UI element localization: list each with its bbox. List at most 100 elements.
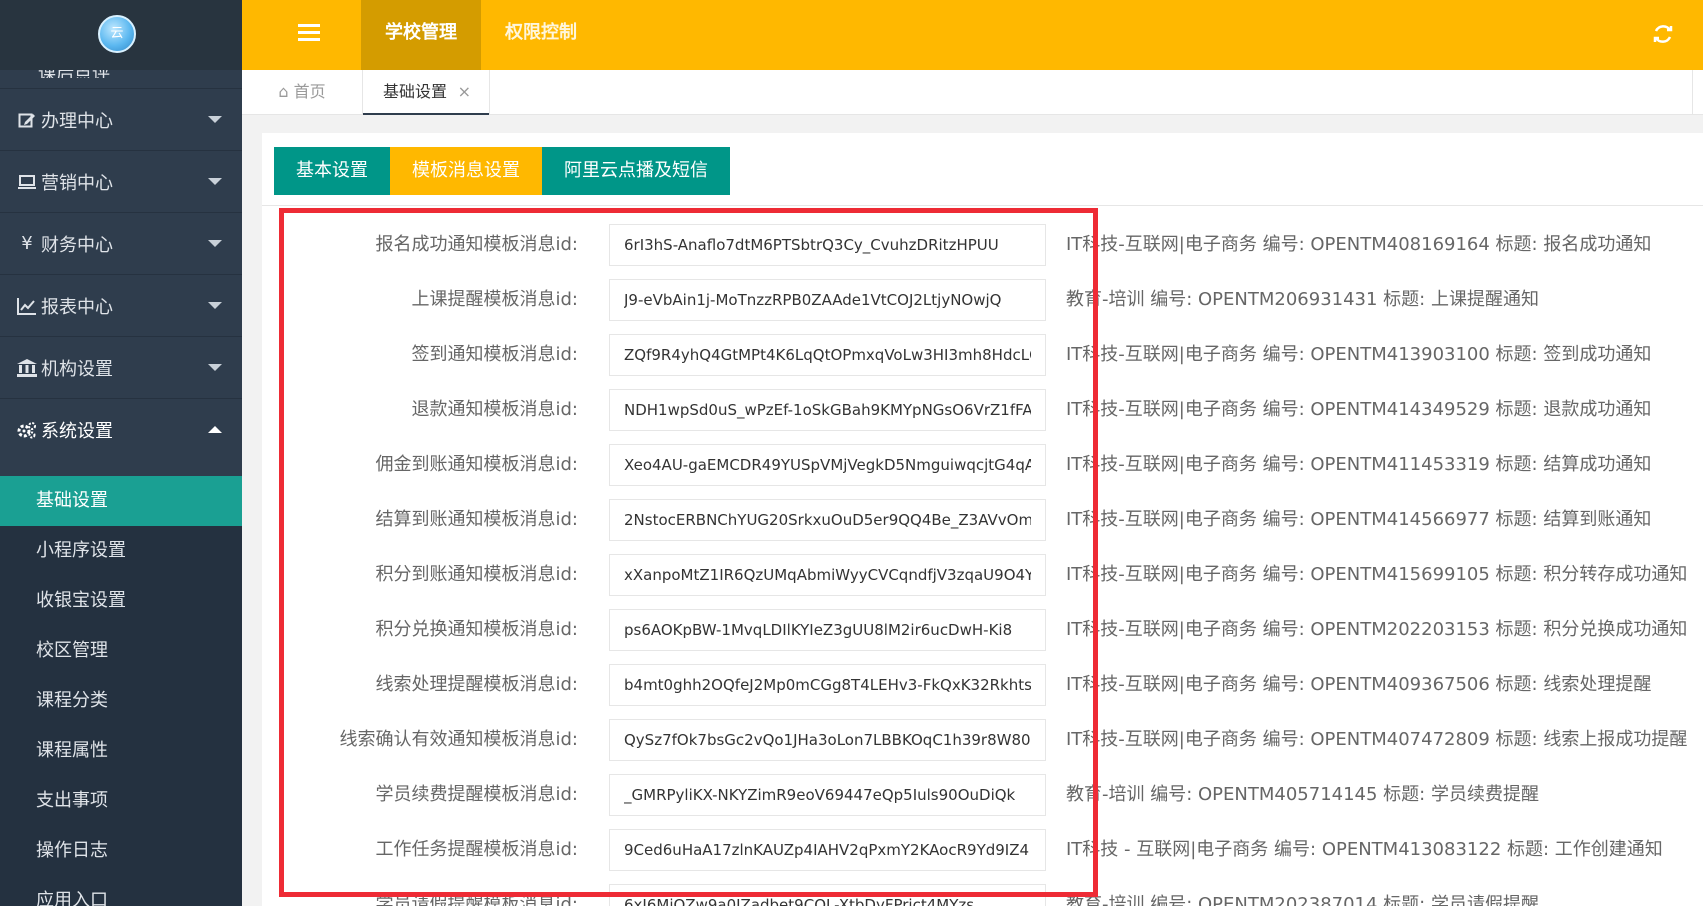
tab-current-label: 基础设置: [383, 82, 448, 101]
aliyun-vod-sms-button[interactable]: 阿里云点播及短信: [542, 147, 730, 195]
refresh-icon[interactable]: [1651, 22, 1675, 46]
template-id-input[interactable]: [609, 719, 1046, 761]
home-icon: ⌂: [278, 82, 289, 101]
field-label: 积分到账通知模板消息id:: [375, 564, 579, 585]
sidebar-group-label: 机构设置: [41, 358, 113, 380]
field-label: 积分兑换通知模板消息id:: [375, 619, 579, 640]
sidebar-group-label: 办理中心: [41, 110, 113, 132]
sidebar-group-finance[interactable]: ¥ 财务中心: [0, 212, 242, 274]
field-label: 线索确认有效通知模板消息id:: [339, 729, 579, 750]
tab-basic-settings[interactable]: 基础设置 ×: [362, 70, 490, 115]
sidebar-group-org-settings[interactable]: 机构设置: [0, 336, 242, 398]
form-row: 积分到账通知模板消息id: IT科技-互联网|电子商务 编号: OPENTM41…: [262, 554, 1703, 609]
template-id-input[interactable]: [609, 609, 1046, 651]
field-label: 结算到账通知模板消息id:: [375, 509, 579, 530]
field-tip: IT科技-互联网|电子商务 编号: OPENTM415699105 标题: 积分…: [1066, 564, 1688, 585]
chevron-up-icon: [208, 426, 222, 433]
template-id-input[interactable]: [609, 224, 1046, 266]
settings-panel: 基本设置 模板消息设置 阿里云点播及短信 报名成功通知模板消息id: IT科技-…: [262, 133, 1703, 906]
form-row: 报名成功通知模板消息id: IT科技-互联网|电子商务 编号: OPENTM40…: [262, 224, 1703, 279]
field-tip: IT科技-互联网|电子商务 编号: OPENTM413903100 标题: 签到…: [1066, 344, 1652, 365]
chevron-down-icon: [208, 364, 222, 371]
chevron-down-icon: [208, 178, 222, 185]
sidebar-group-label: 财务中心: [41, 234, 113, 256]
form-row: 签到通知模板消息id: IT科技-互联网|电子商务 编号: OPENTM4139…: [262, 334, 1703, 389]
yen-icon: ¥: [21, 233, 33, 254]
sidebar-group-reports[interactable]: 报表中心: [0, 274, 242, 336]
field-label: 线索处理提醒模板消息id:: [375, 674, 579, 695]
line-chart-icon: [16, 297, 38, 315]
page-tabbar: ⌂ 首页 基础设置 ×: [242, 70, 1703, 115]
form-row: 上课提醒模板消息id: 教育-培训 编号: OPENTM206931431 标题…: [262, 279, 1703, 334]
sidebar-group-system-settings[interactable]: 系统设置: [0, 398, 242, 460]
template-id-input[interactable]: [609, 664, 1046, 706]
sidebar-item-cashier-settings[interactable]: 收银宝设置: [0, 576, 242, 626]
chevron-down-icon: [208, 302, 222, 309]
sidebar-item-campus-management[interactable]: 校区管理: [0, 626, 242, 676]
sidebar-item-expense-items[interactable]: 支出事项: [0, 776, 242, 826]
sidebar-group-marketing[interactable]: 营销中心: [0, 150, 242, 212]
field-tip: 教育-培训 编号: OPENTM405714145 标题: 学员续费提醒: [1066, 784, 1539, 805]
close-icon[interactable]: ×: [458, 70, 471, 114]
menu-toggle-icon[interactable]: [298, 24, 320, 44]
field-tip: IT科技-互联网|电子商务 编号: OPENTM408169164 标题: 报名…: [1066, 234, 1652, 255]
basic-settings-button[interactable]: 基本设置: [274, 147, 390, 195]
edit-icon: [16, 111, 38, 129]
logo-area: 云: [0, 0, 242, 70]
field-label: 上课提醒模板消息id:: [411, 289, 579, 310]
divider: [262, 205, 1703, 206]
field-tip: IT科技-互联网|电子商务 编号: OPENTM409367506 标题: 线索…: [1066, 674, 1652, 695]
template-id-input[interactable]: [609, 774, 1046, 816]
template-id-input[interactable]: [609, 444, 1046, 486]
template-id-input[interactable]: [609, 884, 1046, 906]
sidebar-submenu: 基础设置 小程序设置 收银宝设置 校区管理 课程分类 课程属性 支出事项 操作日…: [0, 476, 242, 906]
bank-icon: [16, 358, 38, 377]
template-message-settings-button[interactable]: 模板消息设置: [390, 147, 542, 195]
template-id-input[interactable]: [609, 829, 1046, 871]
field-tip: IT科技-互联网|电子商务 编号: OPENTM414349529 标题: 退款…: [1066, 399, 1652, 420]
sidebar-group-label: 系统设置: [41, 420, 113, 442]
tab-school-management[interactable]: 学校管理: [361, 0, 481, 70]
field-tip: 教育-培训 编号: OPENTM202387014 标题: 学员请假提醒: [1066, 894, 1539, 906]
field-tip: IT科技-互联网|电子商务 编号: OPENTM414566977 标题: 结算…: [1066, 509, 1652, 530]
form-row: 线索处理提醒模板消息id: IT科技-互联网|电子商务 编号: OPENTM40…: [262, 664, 1703, 719]
sidebar-item-app-entry[interactable]: 应用入口: [0, 876, 242, 906]
form-row: 佣金到账通知模板消息id: IT科技-互联网|电子商务 编号: OPENTM41…: [262, 444, 1703, 499]
settings-tab-buttons: 基本设置 模板消息设置 阿里云点播及短信: [274, 147, 730, 195]
template-id-input[interactable]: [609, 499, 1046, 541]
form-row: 线索确认有效通知模板消息id: IT科技-互联网|电子商务 编号: OPENTM…: [262, 719, 1703, 774]
field-label: 退款通知模板消息id:: [411, 399, 579, 420]
tab-home[interactable]: ⌂ 首页: [242, 70, 362, 114]
sidebar: 云 课后点评 办理中心 营销中心 ¥ 财务中心 报表中心 机构设置 系统设置 基…: [0, 0, 242, 906]
template-id-input[interactable]: [609, 554, 1046, 596]
sidebar-item-operation-log[interactable]: 操作日志: [0, 826, 242, 876]
sidebar-group-label: 报表中心: [41, 296, 113, 318]
monitor-icon: [16, 173, 38, 191]
chevron-down-icon: [208, 240, 222, 247]
logo-icon[interactable]: 云: [98, 15, 136, 53]
sidebar-group-handling[interactable]: 办理中心: [0, 88, 242, 150]
sidebar-item-course-category[interactable]: 课程分类: [0, 676, 242, 726]
sidebar-group-label: 营销中心: [41, 172, 113, 194]
tab-permission-control[interactable]: 权限控制: [481, 0, 601, 70]
field-tip: IT科技-互联网|电子商务 编号: OPENTM202203153 标题: 积分…: [1066, 619, 1688, 640]
form-row: 结算到账通知模板消息id: IT科技-互联网|电子商务 编号: OPENTM41…: [262, 499, 1703, 554]
form-row: 积分兑换通知模板消息id: IT科技-互联网|电子商务 编号: OPENTM20…: [262, 609, 1703, 664]
field-label: 报名成功通知模板消息id:: [375, 234, 579, 255]
field-label: 工作任务提醒模板消息id:: [375, 839, 579, 860]
sidebar-item-basic-settings[interactable]: 基础设置: [0, 476, 242, 526]
gears-icon: [16, 421, 38, 439]
template-id-input[interactable]: [609, 334, 1046, 376]
sidebar-item-course-attributes[interactable]: 课程属性: [0, 726, 242, 776]
field-tip: IT科技-互联网|电子商务 编号: OPENTM407472809 标题: 线索…: [1066, 729, 1688, 750]
sidebar-item-miniprogram-settings[interactable]: 小程序设置: [0, 526, 242, 576]
field-label: 佣金到账通知模板消息id:: [375, 454, 579, 475]
template-id-input[interactable]: [609, 279, 1046, 321]
template-id-input[interactable]: [609, 389, 1046, 431]
field-label: 学员续费提醒模板消息id:: [375, 784, 579, 805]
field-tip: 教育-培训 编号: OPENTM206931431 标题: 上课提醒通知: [1066, 289, 1539, 310]
form-row: 退款通知模板消息id: IT科技-互联网|电子商务 编号: OPENTM4143…: [262, 389, 1703, 444]
field-label: 签到通知模板消息id:: [411, 344, 579, 365]
field-tip: IT科技 - 互联网|电子商务 编号: OPENTM413083122 标题: …: [1066, 839, 1663, 860]
tabbar-scroll-right[interactable]: [1692, 70, 1703, 114]
